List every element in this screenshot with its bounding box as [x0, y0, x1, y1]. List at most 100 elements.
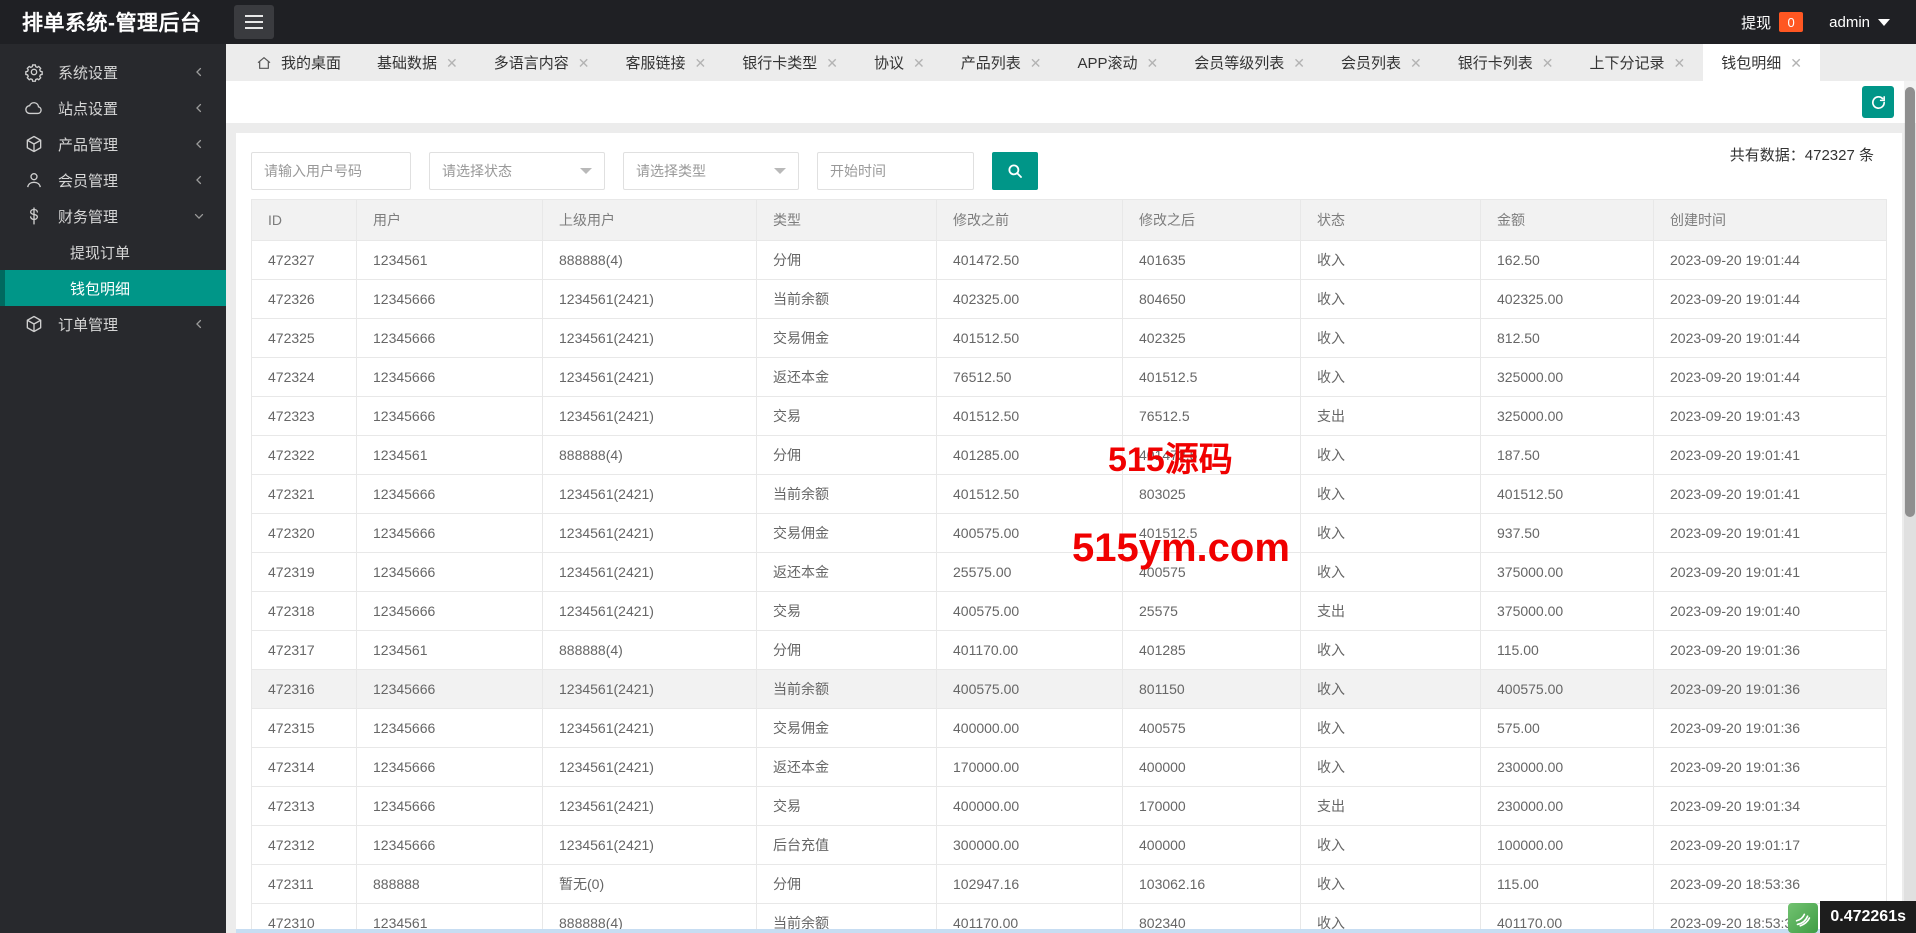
close-icon[interactable]: ✕: [1542, 56, 1554, 70]
sidebar-item[interactable]: 系统设置: [0, 54, 226, 90]
close-icon[interactable]: ✕: [1674, 56, 1686, 70]
sidebar-item[interactable]: 订单管理: [0, 306, 226, 342]
close-icon[interactable]: ✕: [1030, 56, 1042, 70]
user-number-input[interactable]: 请输入用户号码: [251, 152, 411, 190]
tab-协议[interactable]: 协议✕: [856, 44, 943, 81]
table-cell: 400575.00: [1481, 670, 1654, 709]
search-button[interactable]: [992, 152, 1038, 190]
table-cell: 收入: [1301, 319, 1481, 358]
table-cell: 401170.00: [937, 631, 1123, 670]
table-cell: 12345666: [357, 748, 543, 787]
admin-username: admin: [1829, 14, 1870, 31]
table-cell: 401512.50: [937, 319, 1123, 358]
chevron-left-icon: [192, 101, 206, 115]
tab-多语言内容[interactable]: 多语言内容✕: [476, 44, 608, 81]
close-icon[interactable]: ✕: [446, 56, 458, 70]
table-row: 472314123456661234561(2421)返还本金170000.00…: [252, 748, 1887, 787]
tab-APP滚动[interactable]: APP滚动✕: [1060, 44, 1177, 81]
top-header: 排单系统-管理后台 提现 0 admin: [0, 0, 1916, 44]
table-cell: 支出: [1301, 592, 1481, 631]
tab-银行卡列表[interactable]: 银行卡列表 ✕: [1440, 44, 1572, 81]
table-cell: 400000.00: [937, 709, 1123, 748]
admin-user-menu[interactable]: admin: [1829, 14, 1890, 31]
column-header: 金额: [1481, 200, 1654, 241]
table-cell: 2023-09-20 19:01:36: [1654, 631, 1887, 670]
table-cell: 300000.00: [937, 826, 1123, 865]
sidebar-subitem[interactable]: 钱包明细: [0, 270, 226, 306]
tab-会员等级列表[interactable]: 会员等级列表✕: [1176, 44, 1323, 81]
refresh-button[interactable]: [1862, 86, 1894, 118]
table-cell: 472313: [252, 787, 357, 826]
sidebar-item-label: 产品管理: [58, 134, 192, 155]
table-cell: 472320: [252, 514, 357, 553]
column-header: ID: [252, 200, 357, 241]
table-cell: 2023-09-20 19:01:43: [1654, 397, 1887, 436]
close-icon[interactable]: ✕: [826, 56, 838, 70]
data-panel: 请输入用户号码 请选择状态 请选择类型 开始时间 共有数据：472327 条: [236, 133, 1902, 933]
sidebar-item[interactable]: 财务管理: [0, 198, 226, 234]
scrollbar-thumb[interactable]: [1905, 87, 1915, 517]
status-select[interactable]: 请选择状态: [429, 152, 605, 190]
table-row: 472312123456661234561(2421)后台充值300000.00…: [252, 826, 1887, 865]
close-icon[interactable]: ✕: [1293, 56, 1305, 70]
tab-钱包明细[interactable]: 钱包明细✕: [1703, 44, 1820, 81]
tab-上下分记录[interactable]: 上下分记录 ✕: [1572, 44, 1704, 81]
table-cell: 12345666: [357, 709, 543, 748]
table-header-row: ID用户上级用户类型修改之前修改之后状态金额创建时间: [252, 200, 1887, 241]
sidebar-item[interactable]: 会员管理: [0, 162, 226, 198]
sidebar-item[interactable]: 站点设置: [0, 90, 226, 126]
start-date-input[interactable]: 开始时间: [817, 152, 974, 190]
tab-产品列表[interactable]: 产品列表✕: [943, 44, 1060, 81]
table-cell: 1234561(2421): [543, 709, 757, 748]
chevron-down-icon: [580, 168, 592, 174]
table-cell: 2023-09-20 19:01:41: [1654, 553, 1887, 592]
chevron-left-icon: [192, 317, 206, 331]
total-count: 共有数据：472327 条: [1730, 144, 1874, 165]
table-cell: 803025: [1123, 475, 1301, 514]
tab-label: 基础数据: [377, 52, 437, 73]
withdraw-menu[interactable]: 提现 0: [1741, 12, 1803, 33]
tab-home[interactable]: 我的桌面: [238, 44, 359, 81]
close-icon[interactable]: ✕: [913, 56, 925, 70]
table-cell: 472312: [252, 826, 357, 865]
horizontal-scrollbar[interactable]: [236, 929, 1902, 933]
tab-客服链接[interactable]: 客服链接✕: [608, 44, 725, 81]
cloud-icon: [24, 98, 44, 118]
close-icon[interactable]: ✕: [1790, 56, 1802, 70]
hamburger-menu-icon[interactable]: [234, 5, 274, 39]
sidebar-subitem[interactable]: 提现订单: [0, 234, 226, 270]
withdraw-label: 提现: [1741, 12, 1771, 33]
table-cell: 12345666: [357, 826, 543, 865]
table-cell: 2023-09-20 19:01:41: [1654, 475, 1887, 514]
sidebar-item-label: 财务管理: [58, 206, 192, 227]
tab-银行卡类型[interactable]: 银行卡类型✕: [724, 44, 856, 81]
table-cell: 375000.00: [1481, 592, 1654, 631]
sidebar: 系统设置站点设置产品管理会员管理财务管理提现订单钱包明细订单管理: [0, 44, 226, 933]
table-row: 472326123456661234561(2421)当前余额402325.00…: [252, 280, 1887, 319]
tab-label: 银行卡列表: [1458, 52, 1533, 73]
table-cell: 12345666: [357, 475, 543, 514]
close-icon[interactable]: ✕: [1410, 56, 1422, 70]
tab-基础数据[interactable]: 基础数据 ✕: [359, 44, 476, 81]
type-select[interactable]: 请选择类型: [623, 152, 799, 190]
table-cell: 25575: [1123, 592, 1301, 631]
close-icon[interactable]: ✕: [578, 56, 590, 70]
table-cell: 187.50: [1481, 436, 1654, 475]
table-cell: 401512.50: [1481, 475, 1654, 514]
tab-会员列表[interactable]: 会员列表✕: [1323, 44, 1440, 81]
close-icon[interactable]: ✕: [1147, 56, 1159, 70]
table-cell: 返还本金: [757, 358, 937, 397]
dollar-icon: [24, 206, 44, 226]
tab-label: 上下分记录: [1590, 52, 1665, 73]
close-icon[interactable]: ✕: [695, 56, 707, 70]
table-row: 472321123456661234561(2421)当前余额401512.50…: [252, 475, 1887, 514]
table-cell: 115.00: [1481, 631, 1654, 670]
table-cell: 76512.5: [1123, 397, 1301, 436]
wallet-table: ID用户上级用户类型修改之前修改之后状态金额创建时间 4723271234561…: [251, 199, 1887, 933]
table-cell: 后台充值: [757, 826, 937, 865]
vertical-scrollbar[interactable]: [1904, 81, 1916, 933]
table-cell: 25575.00: [937, 553, 1123, 592]
sidebar-item[interactable]: 产品管理: [0, 126, 226, 162]
table-cell: 170000: [1123, 787, 1301, 826]
table-cell: 收入: [1301, 748, 1481, 787]
